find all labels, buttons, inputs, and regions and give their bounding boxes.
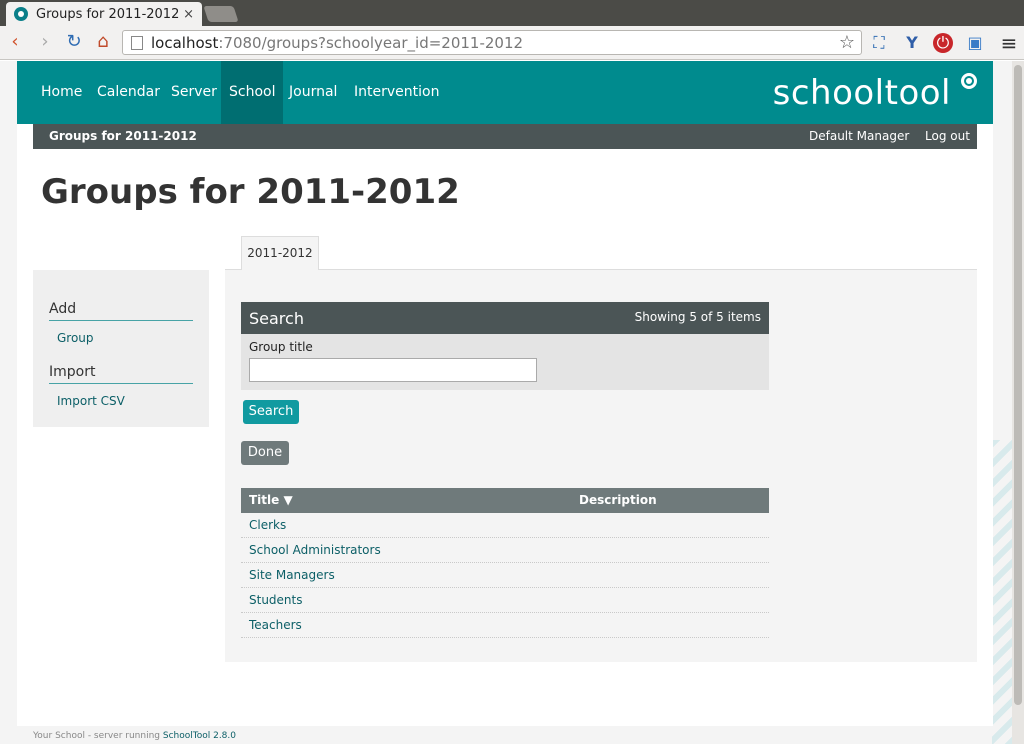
nav-calendar[interactable]: Calendar <box>89 61 168 124</box>
footer-text: Your School - server running <box>33 731 163 741</box>
sidebar: Add Group Import Import CSV <box>33 270 209 427</box>
reload-icon[interactable]: ↻ <box>63 31 85 53</box>
nav-home[interactable]: Home <box>33 61 90 124</box>
nav-server[interactable]: Server <box>163 61 225 124</box>
tab-2011-2012[interactable]: 2011-2012 <box>241 236 319 270</box>
sidebar-add-heading: Add <box>49 301 193 321</box>
forward-icon[interactable]: › <box>34 31 56 53</box>
search-button[interactable]: Search <box>243 400 299 424</box>
group-title-label: Group title <box>249 340 313 354</box>
sub-nav: Groups for 2011-2012 Default Manager Log… <box>33 124 977 149</box>
menu-icon[interactable]: ≡ <box>999 33 1019 53</box>
group-link-clerks[interactable]: Clerks <box>249 518 286 532</box>
main-nav: Home Calendar Server School Journal Inte… <box>17 61 993 124</box>
breadcrumb: Groups for 2011-2012 <box>49 129 197 143</box>
scrollbar[interactable] <box>1012 61 1024 744</box>
user-link[interactable]: Default Manager <box>809 129 909 143</box>
sidebar-item-import-csv[interactable]: Import CSV <box>57 394 125 408</box>
item-count: Showing 5 of 5 items <box>634 310 761 324</box>
column-description: Description <box>579 493 657 507</box>
url-host: localhost <box>151 33 219 52</box>
schooltool-favicon-icon <box>14 7 28 21</box>
bookmark-star-icon[interactable]: ☆ <box>839 32 855 53</box>
groups-table: Title ▼ Description Clerks School Admini… <box>241 488 769 638</box>
search-panel: Search Showing 5 of 5 items Group title <box>241 302 769 390</box>
page-title: Groups for 2011-2012 <box>41 172 460 212</box>
table-header: Title ▼ Description <box>241 488 769 513</box>
extension-window-icon[interactable]: ▣ <box>965 33 985 53</box>
group-title-input[interactable] <box>249 358 537 382</box>
home-icon[interactable]: ⌂ <box>92 31 114 53</box>
new-tab-button[interactable] <box>203 6 239 22</box>
scroll-thumb[interactable] <box>1014 65 1022 705</box>
footer-schooltool-link[interactable]: SchoolTool 2.8.0 <box>163 731 236 741</box>
tab-title: Groups for 2011-2012 <box>36 6 180 22</box>
browser-toolbar: ‹ › ↻ ⌂ localhost :7080/groups?schoolyea… <box>0 26 1024 60</box>
group-link-teachers[interactable]: Teachers <box>249 618 302 632</box>
table-row: Students <box>241 588 769 613</box>
table-row: Clerks <box>241 513 769 538</box>
sidebar-item-group[interactable]: Group <box>57 331 94 345</box>
extension-y-icon[interactable]: Y <box>902 33 922 53</box>
search-header: Search Showing 5 of 5 items <box>241 302 769 334</box>
nav-intervention[interactable]: Intervention <box>346 61 447 124</box>
url-path: :7080/groups?schoolyear_id=2011-2012 <box>218 33 524 52</box>
close-icon[interactable]: × <box>183 7 194 22</box>
search-title: Search <box>249 309 304 328</box>
back-icon[interactable]: ‹ <box>4 31 26 53</box>
browser-tab[interactable]: Groups for 2011-2012 × <box>6 2 202 26</box>
screen-capture-icon[interactable]: ⛶ <box>869 33 889 53</box>
table-row: Teachers <box>241 613 769 638</box>
nav-journal[interactable]: Journal <box>281 61 345 124</box>
done-button[interactable]: Done <box>241 441 289 465</box>
brand-logo[interactable]: schooltool <box>773 73 951 113</box>
footer: Your School - server running SchoolTool … <box>33 731 236 741</box>
table-row: School Administrators <box>241 538 769 563</box>
sidebar-import-heading: Import <box>49 364 193 384</box>
decorative-pattern <box>992 440 1012 744</box>
address-bar[interactable]: localhost :7080/groups?schoolyear_id=201… <box>122 30 862 55</box>
adblock-icon[interactable]: ⏻ <box>933 33 953 53</box>
group-link-school-administrators[interactable]: School Administrators <box>249 543 381 557</box>
page-icon <box>131 35 143 50</box>
table-row: Site Managers <box>241 563 769 588</box>
schooltool-logo-icon <box>961 73 977 89</box>
logout-link[interactable]: Log out <box>925 129 970 143</box>
nav-school[interactable]: School <box>221 61 284 124</box>
group-link-site-managers[interactable]: Site Managers <box>249 568 335 582</box>
group-link-students[interactable]: Students <box>249 593 303 607</box>
browser-tab-bar: Groups for 2011-2012 × <box>0 0 1024 26</box>
tab-divider <box>225 269 977 270</box>
column-title-sort[interactable]: Title ▼ <box>249 493 293 507</box>
